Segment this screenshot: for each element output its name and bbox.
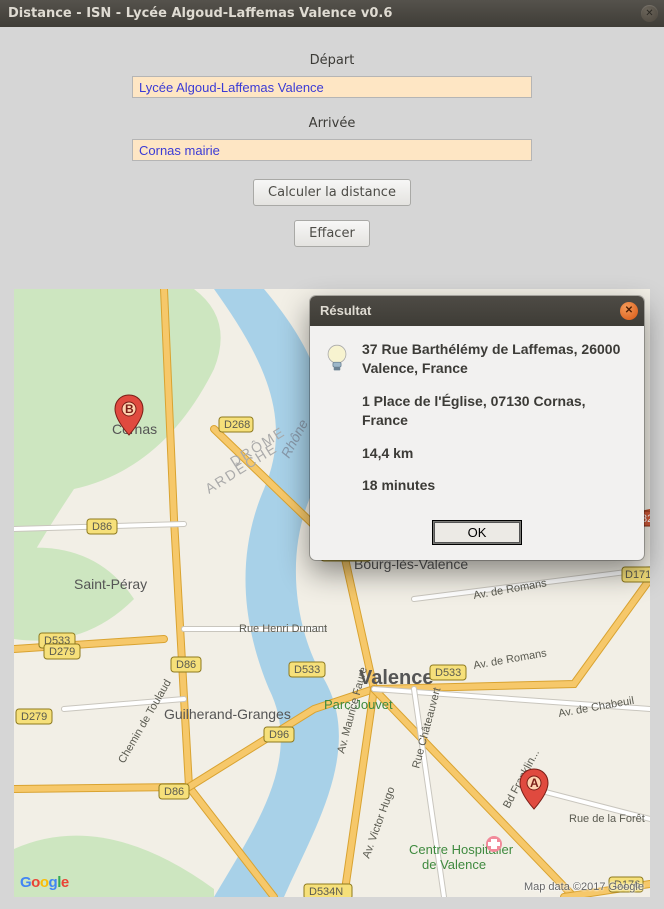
- svg-text:D534N: D534N: [309, 886, 343, 897]
- street-foret: Rue de la Forêt: [569, 813, 645, 825]
- result-distance: 14,4 km: [362, 444, 628, 463]
- map-label-saint-peray: Saint-Péray: [74, 576, 147, 592]
- result-text-block: 37 Rue Barthélémy de Laffemas, 26000 Val…: [362, 340, 628, 509]
- ok-button[interactable]: OK: [433, 521, 521, 544]
- shield-d279-a: D279: [44, 644, 80, 659]
- hospital-icon: [486, 836, 502, 852]
- svg-text:A: A: [530, 776, 539, 790]
- svg-text:D96: D96: [269, 729, 289, 741]
- svg-text:D86: D86: [176, 659, 196, 671]
- shield-d171: D171: [622, 567, 650, 582]
- shield-d86-c: D86: [159, 784, 189, 799]
- shield-d268: D268: [219, 417, 253, 432]
- form-area: Départ Arrivée Calculer la distance Effa…: [0, 27, 664, 247]
- shield-d86-b: D86: [171, 657, 201, 672]
- google-logo: Google: [20, 874, 69, 891]
- map-label-guilherand: Guilherand-Granges: [164, 706, 291, 722]
- shield-d534n: D534N: [304, 884, 352, 897]
- depart-label: Départ: [0, 53, 664, 68]
- lightbulb-icon: [324, 342, 350, 376]
- result-title: Résultat: [320, 303, 371, 318]
- window-titlebar: Distance - ISN - Lycée Algoud-Laffemas V…: [0, 0, 664, 27]
- result-dialog: Résultat ✕ 37 Rue Barthélémy de Laffemas…: [310, 296, 644, 560]
- result-address-from: 37 Rue Barthélémy de Laffemas, 26000 Val…: [362, 340, 628, 378]
- svg-text:D171: D171: [625, 569, 650, 581]
- svg-text:D268: D268: [224, 419, 250, 431]
- shield-d86-a: D86: [87, 519, 117, 534]
- depart-input[interactable]: [132, 76, 532, 98]
- result-titlebar: Résultat ✕: [310, 296, 644, 326]
- shield-d533-c: D533: [430, 665, 466, 680]
- window-client: Départ Arrivée Calculer la distance Effa…: [0, 27, 664, 909]
- svg-text:D279: D279: [21, 711, 47, 723]
- shield-d533-b: D533: [289, 662, 325, 677]
- map-label-hospital-2: de Valence: [422, 857, 486, 872]
- map-label-valence: Valence: [359, 667, 434, 689]
- map-attribution: Map data ©2017 Google: [524, 881, 644, 893]
- svg-text:B: B: [125, 402, 134, 416]
- svg-text:D86: D86: [92, 521, 112, 533]
- svg-text:D279: D279: [49, 646, 75, 658]
- close-icon[interactable]: ✕: [620, 302, 638, 320]
- calculate-button[interactable]: Calculer la distance: [253, 179, 411, 206]
- result-duration: 18 minutes: [362, 476, 628, 495]
- svg-text:D86: D86: [164, 786, 184, 798]
- shield-d96: D96: [264, 727, 294, 742]
- svg-text:D533: D533: [294, 664, 320, 676]
- arrivee-label: Arrivée: [0, 116, 664, 131]
- arrivee-input[interactable]: [132, 139, 532, 161]
- svg-text:D533: D533: [435, 667, 461, 679]
- window-title: Distance - ISN - Lycée Algoud-Laffemas V…: [8, 6, 392, 21]
- result-address-to: 1 Place de l'Église, 07130 Cornas, Franc…: [362, 392, 628, 430]
- close-icon[interactable]: ✕: [641, 5, 658, 22]
- shield-d279-b: D279: [16, 709, 52, 724]
- street-henri-dunant: Rue Henri Dunant: [239, 623, 327, 635]
- clear-button[interactable]: Effacer: [294, 220, 370, 247]
